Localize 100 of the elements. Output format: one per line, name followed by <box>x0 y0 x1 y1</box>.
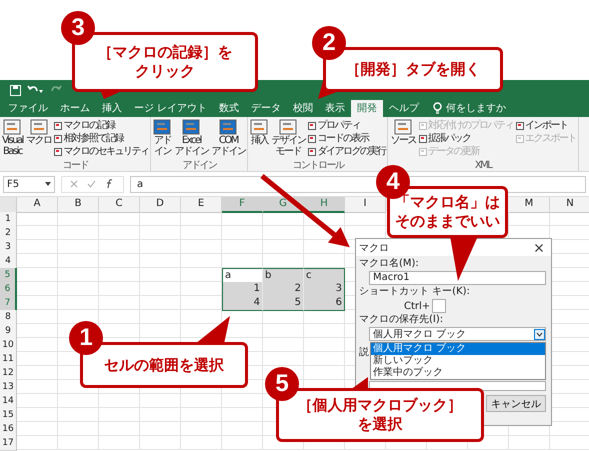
table-cell: a <box>222 268 263 283</box>
cancel-button[interactable]: キャンセル <box>486 395 546 412</box>
table-cell: 6 <box>304 296 345 311</box>
tell-me-search[interactable]: 何をしますか <box>446 100 506 117</box>
dropdown-option[interactable]: 個人用マクロ ブック <box>371 343 545 355</box>
macro-name-field[interactable]: Macro1 <box>369 271 546 285</box>
row-header[interactable]: 4 <box>0 254 17 269</box>
column-header[interactable]: C <box>99 197 140 213</box>
sheet-icon <box>182 119 200 135</box>
ribbon-button[interactable]: 挿入 <box>250 119 268 158</box>
ribbon-button[interactable]: プロパティ <box>308 119 386 132</box>
step-number-badge: 3 <box>61 11 95 45</box>
callout-text: ［マクロの記録］を クリック <box>98 43 232 81</box>
column-header[interactable]: D <box>140 197 181 213</box>
ribbon-tab[interactable]: ージ レイアウト <box>128 100 214 117</box>
group-label: アドイン <box>181 160 218 171</box>
sheet-icon <box>308 148 316 156</box>
ribbon-tab[interactable]: 表示 <box>319 100 352 117</box>
group-label: コントロール <box>291 160 345 171</box>
table-cell: 5 <box>263 296 304 311</box>
sheet-icon <box>516 134 524 142</box>
table-cell: 4 <box>222 296 263 311</box>
column-header[interactable]: E <box>181 197 222 213</box>
save-icon[interactable] <box>10 84 21 96</box>
callout-text: ［個人用マクロブック］ を選択 <box>298 396 462 434</box>
column-header[interactable]: M <box>509 197 550 213</box>
sheet-icon <box>54 134 62 142</box>
sheet-icon <box>153 119 172 135</box>
row-header[interactable]: 5 <box>0 268 17 283</box>
dialog-title: マクロ <box>359 242 389 254</box>
callout-text: ［開発］タブを開く <box>346 60 480 79</box>
row-header[interactable]: 11 <box>0 352 17 367</box>
ribbon-button[interactable]: Visual Basic <box>2 119 23 158</box>
ribbon-button[interactable]: アド イン <box>153 119 172 158</box>
row-header[interactable]: 12 <box>0 366 17 381</box>
row-header[interactable]: 7 <box>0 296 17 311</box>
ribbon-tab[interactable]: ファイル <box>2 100 54 117</box>
row-header[interactable]: 8 <box>0 310 17 325</box>
sheet-icon <box>516 122 524 130</box>
table-cell: 2 <box>263 282 304 297</box>
ribbon-button[interactable]: COM アドイン <box>211 119 246 158</box>
table-cell: b <box>263 268 304 283</box>
column-header[interactable]: N <box>550 197 589 213</box>
field-label: マクロ名(M): <box>359 258 420 270</box>
ribbon-tab[interactable]: ヘルプ <box>383 100 426 117</box>
table-cell: 1 <box>222 282 263 297</box>
row-header[interactable]: 17 <box>0 436 17 451</box>
sheet-icon <box>418 134 427 142</box>
ribbon-button[interactable]: マクロの記録 <box>54 119 148 132</box>
field-label: マクロの保存先(I): <box>359 314 444 326</box>
row-header[interactable]: 14 <box>0 394 17 409</box>
check-icon[interactable] <box>87 180 96 188</box>
callout-text: セルの範囲を選択 <box>104 356 224 374</box>
row-header[interactable]: 6 <box>0 282 17 297</box>
column-header[interactable]: B <box>58 197 99 213</box>
ribbon-button[interactable]: デザイン モード <box>271 119 306 158</box>
column-header[interactable]: I <box>345 197 386 213</box>
ribbon-tab[interactable]: 数式 <box>213 100 246 117</box>
lightbulb-icon <box>433 102 442 114</box>
ribbon-button[interactable]: 相対参照で記録 <box>54 132 148 145</box>
ribbon-tab[interactable]: ホーム <box>54 100 96 117</box>
row-header[interactable]: 13 <box>0 380 17 395</box>
function-icon[interactable] <box>105 179 115 189</box>
group-label: XML <box>474 160 493 171</box>
store-dropdown[interactable]: 個人用マクロ ブック <box>369 327 546 341</box>
name-box[interactable]: F5 <box>3 176 55 192</box>
ribbon-tab[interactable]: 挿入 <box>96 100 128 117</box>
field-label: ショートカット キー(K): <box>359 286 471 298</box>
ribbon-button[interactable]: マクロのセキュリティ <box>54 145 148 158</box>
ribbon-button[interactable]: コードの表示 <box>308 132 386 145</box>
column-header[interactable]: F <box>222 197 263 213</box>
ribbon-button[interactable]: 拡張パック <box>418 132 513 145</box>
step-number-badge: 2 <box>312 26 346 60</box>
dropdown-option[interactable]: 作業中のブック <box>371 367 545 379</box>
dropdown-option[interactable]: 新しいブック <box>371 355 545 367</box>
table-cell: 3 <box>304 282 345 297</box>
ribbon-button[interactable]: マクロ <box>26 119 52 158</box>
undo-icon[interactable] <box>27 84 43 96</box>
column-header[interactable]: H <box>304 197 345 213</box>
ribbon-tab[interactable]: 開発 <box>351 100 384 117</box>
ribbon-button[interactable]: Excel アドイン <box>174 119 208 158</box>
row-header[interactable]: 2 <box>0 226 17 241</box>
shortcut-key-field[interactable] <box>432 299 446 313</box>
close-icon[interactable] <box>535 244 543 252</box>
ribbon-tab[interactable]: 校閲 <box>287 100 320 117</box>
sheet-icon <box>54 148 62 156</box>
row-header[interactable]: 9 <box>0 324 17 339</box>
ribbon-button[interactable]: インポート <box>516 119 576 132</box>
caret-icon[interactable] <box>45 182 51 186</box>
ribbon-button[interactable]: ソース <box>390 119 416 158</box>
row-header[interactable]: 10 <box>0 338 17 353</box>
sheet-icon <box>219 119 238 135</box>
ribbon-tab[interactable]: データ <box>245 100 288 117</box>
sheet-icon <box>308 134 316 142</box>
row-header[interactable]: 16 <box>0 422 17 437</box>
row-header[interactable]: 1 <box>0 212 17 227</box>
row-header[interactable]: 15 <box>0 408 17 423</box>
ribbon-button[interactable]: ダイアログの実行 <box>308 145 386 158</box>
row-header[interactable]: 3 <box>0 240 17 255</box>
column-header[interactable]: A <box>17 197 58 213</box>
